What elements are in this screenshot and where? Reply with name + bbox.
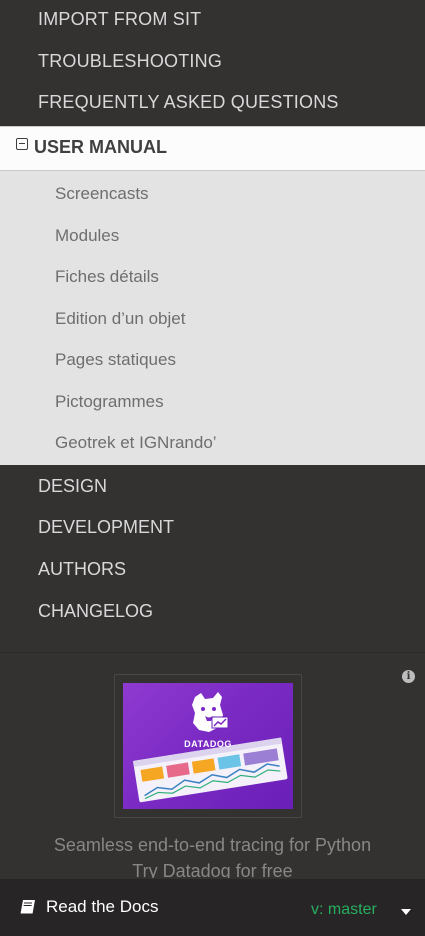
nav-item-import-from-sit[interactable]: IMPORT FROM SIT (38, 9, 201, 30)
ad-text-line-cut: Try Datadog for free (132, 861, 293, 878)
subnav-item-pages-statiques[interactable]: Pages statiques (55, 350, 176, 370)
ad-text[interactable]: Seamless end-to-end tracing for Python T… (0, 832, 425, 878)
subnav-item-fiches-details[interactable]: Fiches détails (55, 267, 159, 287)
nav-item-troubleshooting[interactable]: TROUBLESHOOTING (38, 51, 222, 72)
subnav-item-pictogrammes[interactable]: Pictogrammes (55, 392, 164, 412)
ad-text-line: Seamless end-to-end tracing for Python (53, 835, 372, 855)
nav-item-faq[interactable]: FREQUENTLY ASKED QUESTIONS (38, 92, 339, 113)
subnav-item-geotrek-ignrando[interactable]: Geotrek et IGNrando’ (55, 433, 217, 453)
rtd-footer-bar[interactable]: Read the Docs v: master (0, 879, 425, 936)
version-selector[interactable]: v: master (311, 901, 377, 919)
nav-item-user-manual[interactable]: USER MANUAL (0, 126, 425, 171)
subnav-item-screencasts[interactable]: Screencasts (55, 184, 149, 204)
current-section-label: USER MANUAL (34, 137, 167, 157)
ad-brand-label: DATADOG (184, 739, 232, 749)
ad-image[interactable]: DATADOG (123, 683, 293, 809)
nav-item-changelog[interactable]: CHANGELOG (38, 601, 153, 622)
nav-item-authors[interactable]: AUTHORS (38, 559, 126, 580)
rtd-title[interactable]: Read the Docs (46, 897, 158, 917)
nav-item-design[interactable]: DESIGN (38, 476, 107, 497)
collapse-toggle-icon[interactable] (16, 138, 28, 150)
subnav-item-edition-objet[interactable]: Edition d’un objet (55, 309, 185, 329)
info-icon[interactable]: i (402, 670, 415, 683)
subnav-item-modules[interactable]: Modules (55, 226, 119, 246)
nav-item-development[interactable]: DEVELOPMENT (38, 517, 174, 538)
book-icon (20, 900, 35, 914)
divider (0, 652, 425, 653)
subnav-list: Screencasts Modules Fiches détails Editi… (0, 171, 425, 465)
chevron-down-icon[interactable] (401, 909, 411, 915)
